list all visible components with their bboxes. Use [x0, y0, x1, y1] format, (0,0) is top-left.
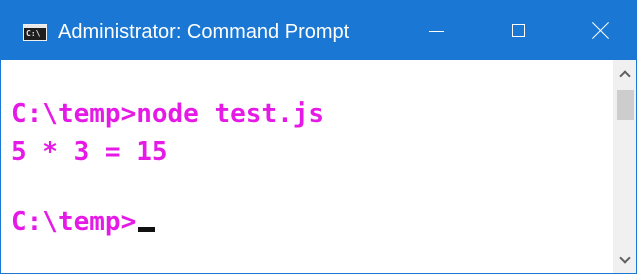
close-button[interactable] [565, 1, 635, 60]
cmd-icon-glyph: C:\ [26, 29, 41, 38]
chevron-up-icon [618, 69, 631, 82]
prompt-text: C:\temp> [11, 207, 137, 237]
console-output[interactable]: C:\temp>node test.js 5 * 3 = 15 C:\temp> [1, 60, 613, 273]
title-bar[interactable]: C:\ Administrator: Command Prompt [1, 1, 636, 60]
maximize-button[interactable] [483, 1, 553, 60]
window-title: Administrator: Command Prompt [58, 21, 350, 43]
scroll-down-button[interactable] [613, 247, 636, 273]
text-cursor [138, 227, 156, 232]
close-icon [592, 22, 609, 39]
console-line: 5 * 3 = 15 [11, 137, 168, 167]
vertical-scrollbar[interactable] [613, 60, 636, 273]
cmd-icon[interactable]: C:\ [23, 24, 47, 41]
console-line: C:\temp>node test.js [11, 99, 325, 129]
minimize-button[interactable] [401, 1, 471, 60]
command-prompt-window: C:\ Administrator: Command Prompt C:\tem… [0, 0, 637, 274]
scroll-up-button[interactable] [613, 60, 636, 86]
chevron-down-icon [618, 251, 631, 264]
cmd-icon-bar [24, 25, 46, 28]
console-prompt-line[interactable]: C:\temp> [11, 206, 156, 238]
maximize-icon [511, 24, 525, 37]
scroll-thumb[interactable] [617, 90, 634, 120]
minimize-icon [428, 31, 444, 32]
